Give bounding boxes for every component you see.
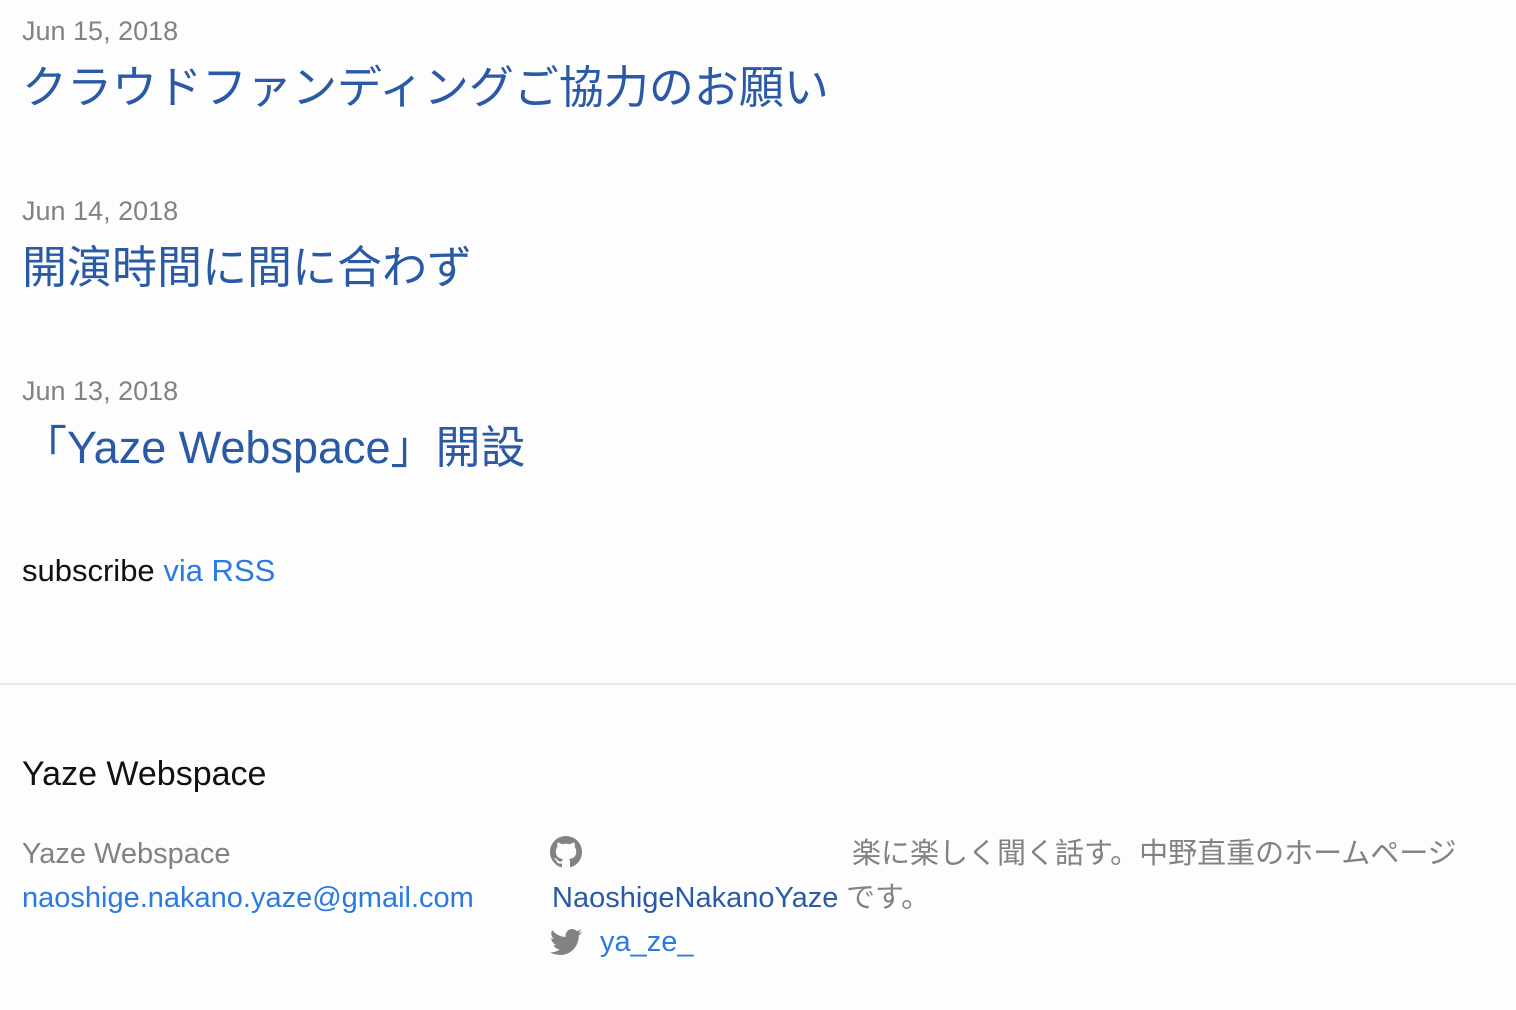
footer-email-link[interactable]: naoshige.nakano.yaze@gmail.com — [22, 876, 542, 920]
footer-site-name: Yaze Webspace — [22, 838, 231, 870]
post-title-link[interactable]: 開演時間に間に合わず — [22, 238, 472, 298]
twitter-icon — [550, 929, 582, 955]
page-content: Jun 15, 2018 クラウドファンディングご協力のお願い Jun 14, … — [22, 0, 1492, 540]
post-list: Jun 15, 2018 クラウドファンディングご協力のお願い Jun 14, … — [22, 0, 1492, 540]
footer-divider — [0, 683, 1516, 685]
footer-description-line2: です。 — [846, 882, 931, 914]
post-title-link[interactable]: クラウドファンディングご協力のお願い — [22, 58, 829, 118]
post-item: Jun 14, 2018 開演時間に間に合わず — [22, 180, 1492, 360]
post-title-link[interactable]: 「Yaze Webspace」開設 — [22, 418, 526, 478]
footer-description-line1: 楽に楽しく聞く話す。中野直重のホームページ — [852, 838, 1457, 870]
rss-prefix: subscribe — [22, 553, 155, 588]
twitter-link-row[interactable]: ya_ze_ — [550, 920, 846, 970]
twitter-username-link[interactable]: ya_ze_ — [600, 920, 694, 964]
post-date: Jun 15, 2018 — [22, 16, 179, 46]
footer-description: 楽に楽しく聞く話す。中野直重のホームページ です。 — [846, 832, 1492, 920]
rss-link[interactable]: via RSS — [163, 553, 275, 588]
footer-social-column: NaoshigeNakanoYaze ya_ze_ — [550, 832, 846, 970]
post-date: Jun 13, 2018 — [22, 376, 179, 406]
footer-description-column: 楽に楽しく聞く話す。中野直重のホームページ です。 — [846, 832, 1492, 920]
footer-contact-column: Yaze Webspace naoshige.nakano.yaze@gmail… — [22, 832, 542, 920]
github-username-link[interactable]: NaoshigeNakanoYaze — [552, 876, 838, 920]
post-date: Jun 14, 2018 — [22, 196, 179, 226]
github-icon — [550, 836, 582, 868]
github-link-row[interactable]: NaoshigeNakanoYaze — [550, 832, 846, 920]
footer-heading: Yaze Webspace — [22, 755, 267, 793]
post-item: Jun 15, 2018 クラウドファンディングご協力のお願い — [22, 0, 1492, 180]
rss-subscribe: subscribe via RSS — [22, 550, 275, 592]
post-item: Jun 13, 2018 「Yaze Webspace」開設 — [22, 360, 1492, 540]
